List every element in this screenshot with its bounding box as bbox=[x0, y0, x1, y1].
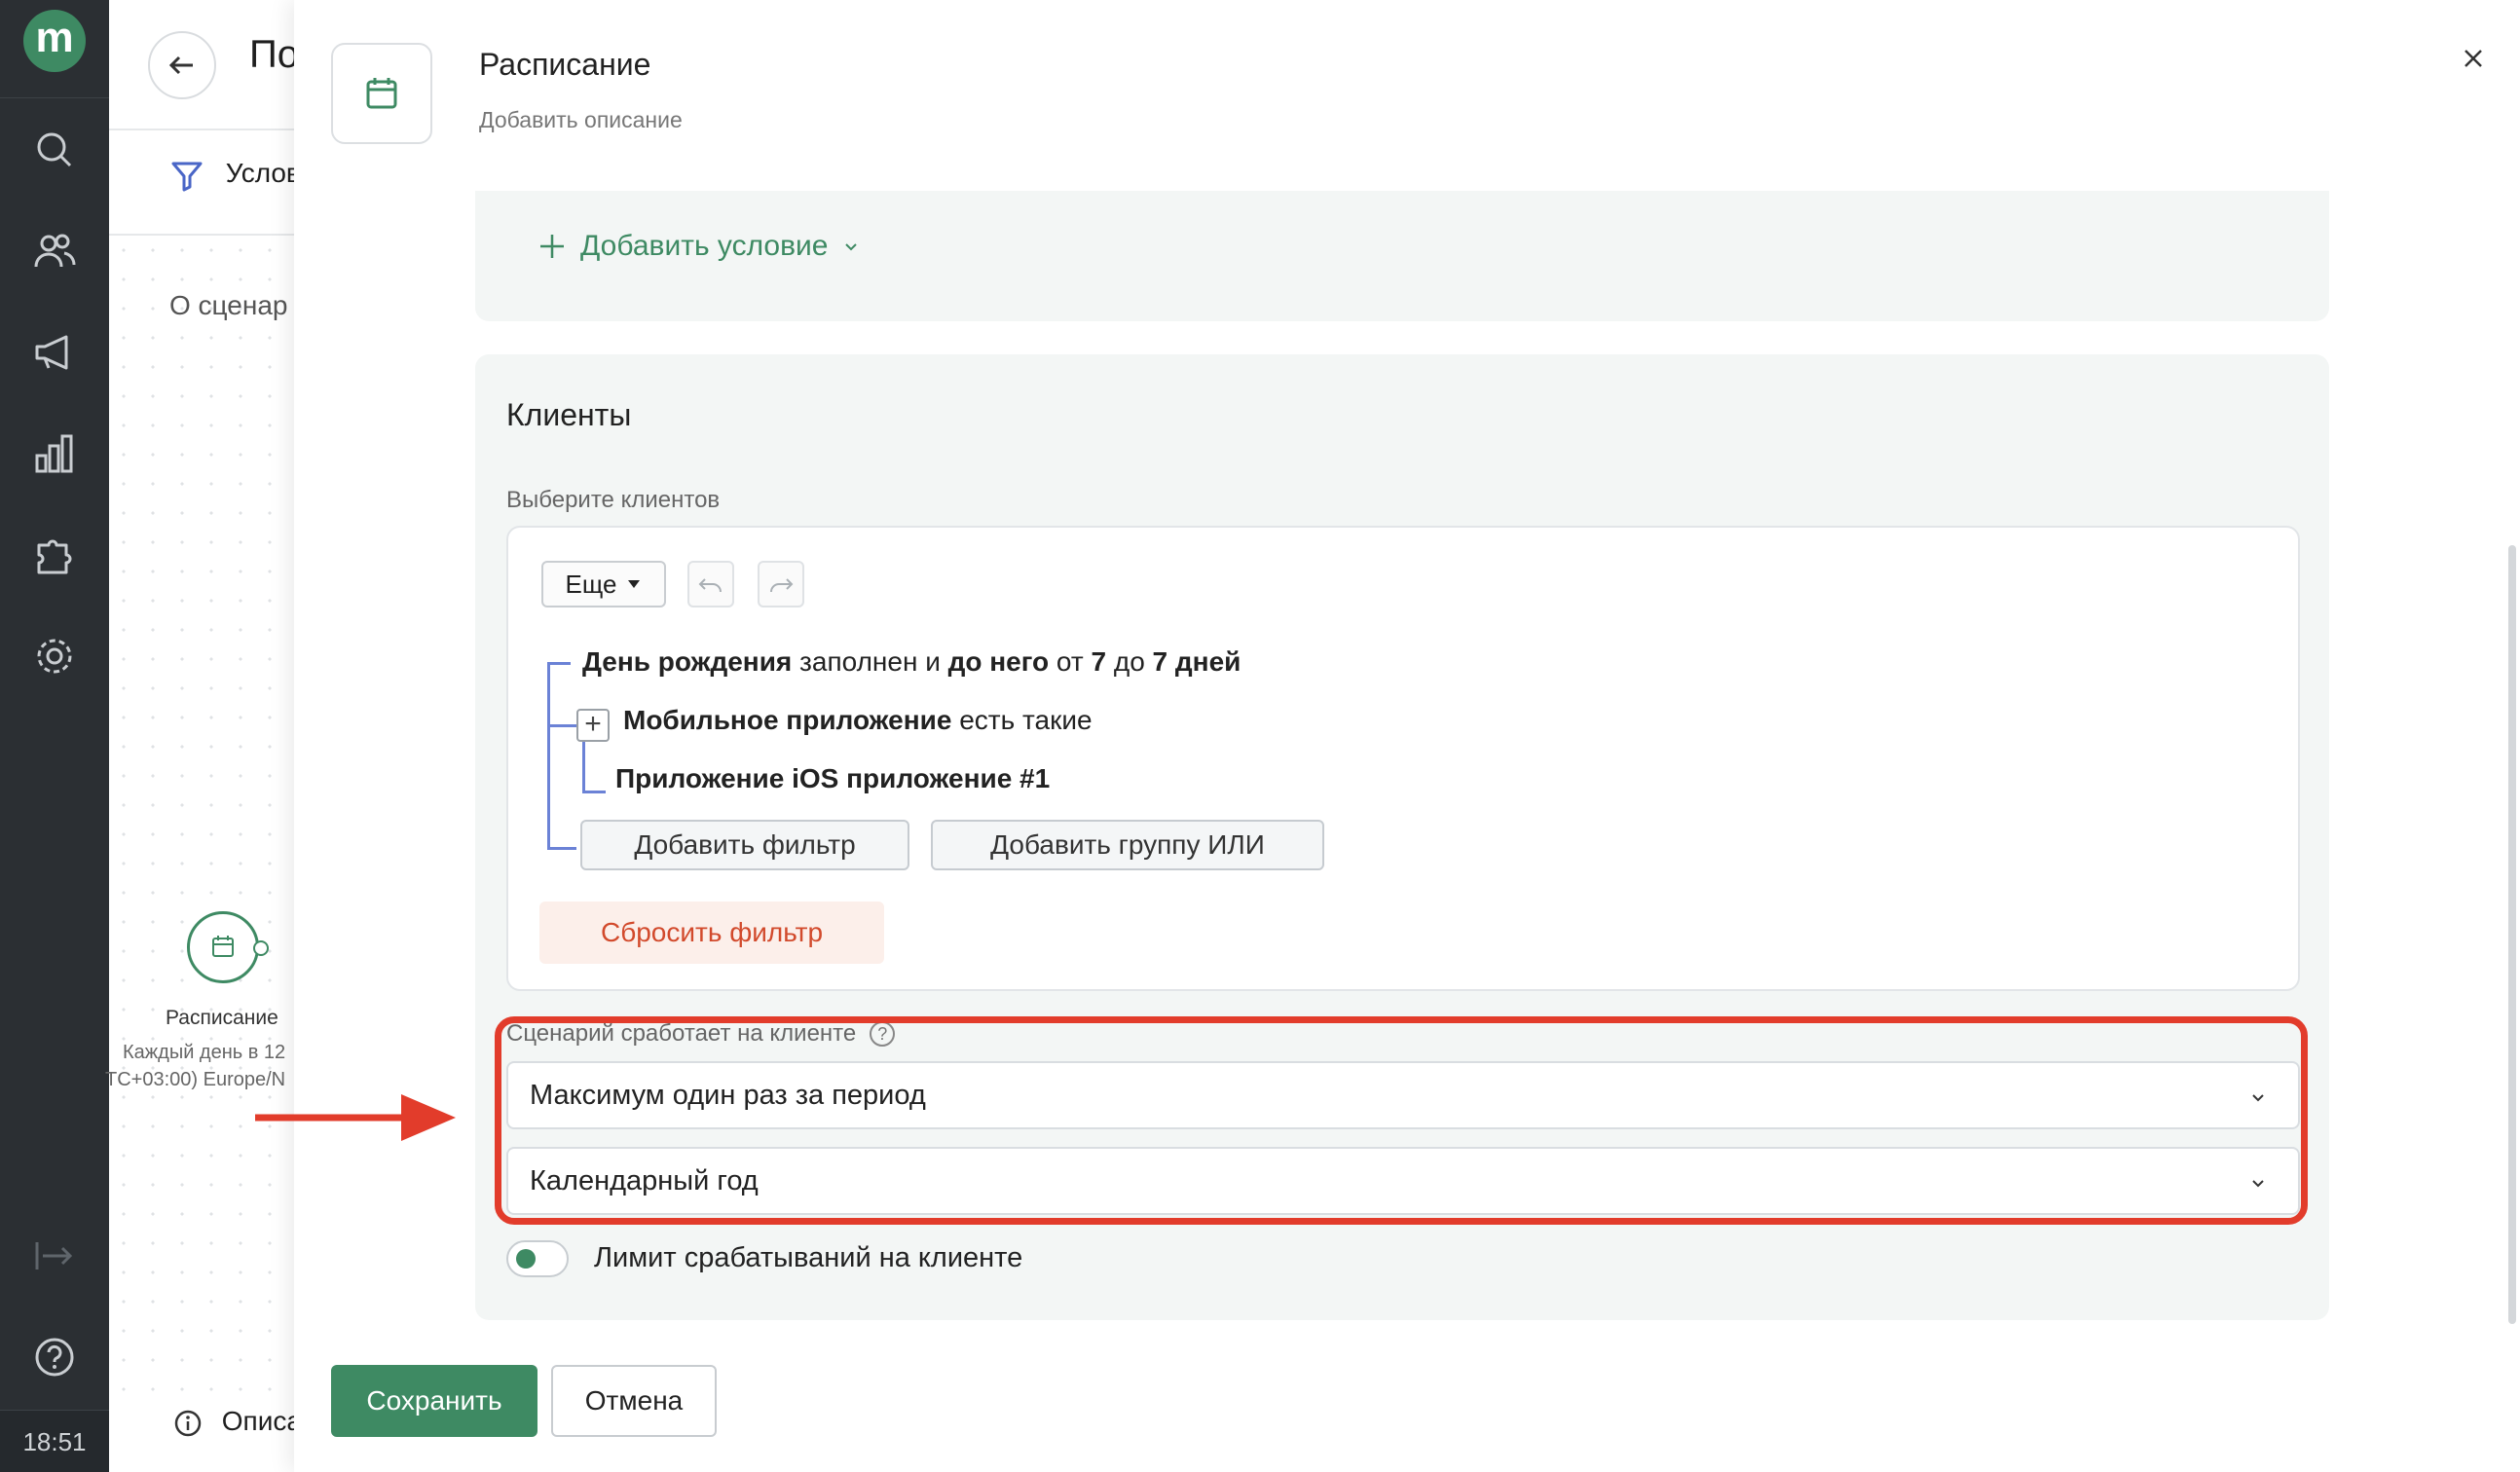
modal-title[interactable]: Расписание bbox=[479, 47, 650, 83]
clock: 18:51 bbox=[0, 1410, 109, 1472]
filter-icon bbox=[171, 162, 203, 192]
period-select-value: Календарный год bbox=[530, 1164, 759, 1196]
more-button[interactable]: Еще bbox=[541, 561, 666, 607]
description-label: Описа bbox=[221, 1406, 302, 1436]
calendar-icon bbox=[366, 78, 397, 109]
clients-label: Выберите клиентов bbox=[506, 487, 721, 513]
chevron-down-icon bbox=[2252, 1180, 2264, 1188]
filter-value: 7 bbox=[1091, 646, 1107, 677]
app-logo[interactable]: m bbox=[23, 10, 86, 72]
redo-icon bbox=[770, 578, 794, 593]
page-title: По bbox=[249, 33, 299, 76]
schedule-node[interactable] bbox=[187, 911, 259, 983]
redo-button[interactable] bbox=[758, 561, 804, 607]
nav-divider bbox=[0, 97, 109, 98]
frequency-select-value: Максимум один раз за период bbox=[530, 1079, 926, 1111]
segment-filter-box: Еще День рождения заполнен и до него от … bbox=[506, 526, 2300, 991]
filter-text: есть такие bbox=[951, 705, 1093, 735]
plus-icon bbox=[540, 235, 564, 258]
filter-value: 7 дней bbox=[1152, 646, 1241, 677]
about-scenario-link[interactable]: О сценар bbox=[169, 290, 287, 321]
back-button[interactable] bbox=[148, 31, 216, 99]
cancel-button[interactable]: Отмена bbox=[551, 1365, 717, 1437]
analytics-icon[interactable] bbox=[31, 430, 78, 477]
scenario-page: По Услов О сценар Расписание Каждый день… bbox=[105, 0, 304, 1472]
clients-title: Клиенты bbox=[506, 397, 632, 432]
conditions-card: Добавить условие bbox=[475, 191, 2329, 321]
help-icon[interactable] bbox=[31, 1334, 78, 1380]
divider bbox=[109, 129, 304, 130]
question-icon[interactable]: ? bbox=[870, 1021, 896, 1047]
step-icon-box bbox=[331, 43, 432, 144]
tree-line bbox=[547, 847, 576, 850]
filter-row-ios-app[interactable]: Приложение iOS приложение #1 bbox=[615, 763, 1050, 794]
tree-line bbox=[582, 742, 585, 792]
expand-nav-icon[interactable] bbox=[31, 1233, 78, 1279]
settings-icon[interactable] bbox=[31, 633, 78, 680]
filter-text: заполнен и bbox=[792, 646, 948, 677]
caret-down-icon bbox=[628, 580, 641, 588]
chevron-down-icon bbox=[844, 243, 857, 251]
node-schedule-text: Каждый день в 12 bbox=[123, 1042, 286, 1063]
add-or-group-button[interactable]: Добавить группу ИЛИ bbox=[931, 820, 1324, 870]
more-button-label: Еще bbox=[565, 569, 617, 599]
arrow-left-icon bbox=[168, 55, 193, 75]
filter-row-mobile-app[interactable]: Мобильное приложение есть такие bbox=[623, 705, 1093, 736]
modal-description[interactable]: Добавить описание bbox=[479, 107, 683, 133]
frequency-label: Сценарий сработает на клиенте ? bbox=[506, 1020, 896, 1048]
frequency-label-text: Сценарий сработает на клиенте bbox=[506, 1020, 857, 1047]
schedule-modal: Расписание Добавить описание Добавить ус… bbox=[294, 0, 2520, 1472]
info-icon bbox=[174, 1410, 202, 1436]
reset-filter-button[interactable]: Сбросить фильтр bbox=[539, 902, 884, 964]
period-select[interactable]: Календарный год bbox=[506, 1147, 2300, 1215]
filter-text: от bbox=[1049, 646, 1092, 677]
node-label: Расписание bbox=[166, 1007, 278, 1029]
tab-conditions[interactable]: Услов bbox=[169, 158, 301, 193]
tree-line bbox=[547, 724, 576, 727]
toggle-knob bbox=[516, 1249, 536, 1269]
undo-button[interactable] bbox=[687, 561, 734, 607]
add-filter-button[interactable]: Добавить фильтр bbox=[580, 820, 909, 870]
left-nav: m 18:51 bbox=[0, 0, 109, 1472]
tree-line bbox=[547, 662, 571, 665]
filter-text: до bbox=[1106, 646, 1153, 677]
expand-plus-button[interactable]: + bbox=[576, 709, 610, 742]
filter-field: Приложение iOS приложение #1 bbox=[615, 763, 1051, 793]
filter-row-birthday[interactable]: День рождения заполнен и до него от 7 до… bbox=[582, 646, 1241, 678]
filter-field: Мобильное приложение bbox=[623, 705, 952, 735]
add-condition-button[interactable]: Добавить условие bbox=[537, 230, 860, 263]
tree-line bbox=[582, 791, 606, 793]
search-icon[interactable] bbox=[31, 127, 78, 173]
limit-toggle-label: Лимит срабатываний на клиенте bbox=[594, 1242, 1023, 1273]
filter-field: до него bbox=[947, 646, 1050, 677]
pointer-arrow-icon bbox=[255, 1094, 456, 1141]
scrollbar[interactable] bbox=[2508, 545, 2516, 1324]
filter-field: День рождения bbox=[582, 646, 793, 677]
clients-card: Клиенты Выберите клиентов Еще День рожде… bbox=[475, 354, 2329, 1320]
tab-conditions-label: Услов bbox=[225, 158, 301, 189]
chevron-down-icon bbox=[2252, 1094, 2264, 1102]
add-condition-label: Добавить условие bbox=[580, 230, 829, 262]
node-output-port[interactable] bbox=[253, 940, 269, 956]
calendar-icon bbox=[212, 936, 234, 957]
description-link[interactable]: Описа bbox=[173, 1406, 302, 1438]
node-timezone-text: TC+03:00) Europe/N bbox=[105, 1069, 286, 1090]
integrations-icon[interactable] bbox=[31, 532, 78, 578]
frequency-select[interactable]: Максимум один раз за период bbox=[506, 1061, 2300, 1129]
users-icon[interactable] bbox=[31, 228, 78, 275]
close-icon[interactable] bbox=[2456, 41, 2491, 76]
flow-canvas[interactable] bbox=[109, 236, 304, 1404]
tree-line bbox=[547, 662, 550, 849]
megaphone-icon[interactable] bbox=[31, 329, 78, 376]
undo-icon bbox=[698, 578, 722, 593]
limit-toggle[interactable] bbox=[506, 1240, 569, 1277]
save-button[interactable]: Сохранить bbox=[331, 1365, 537, 1437]
